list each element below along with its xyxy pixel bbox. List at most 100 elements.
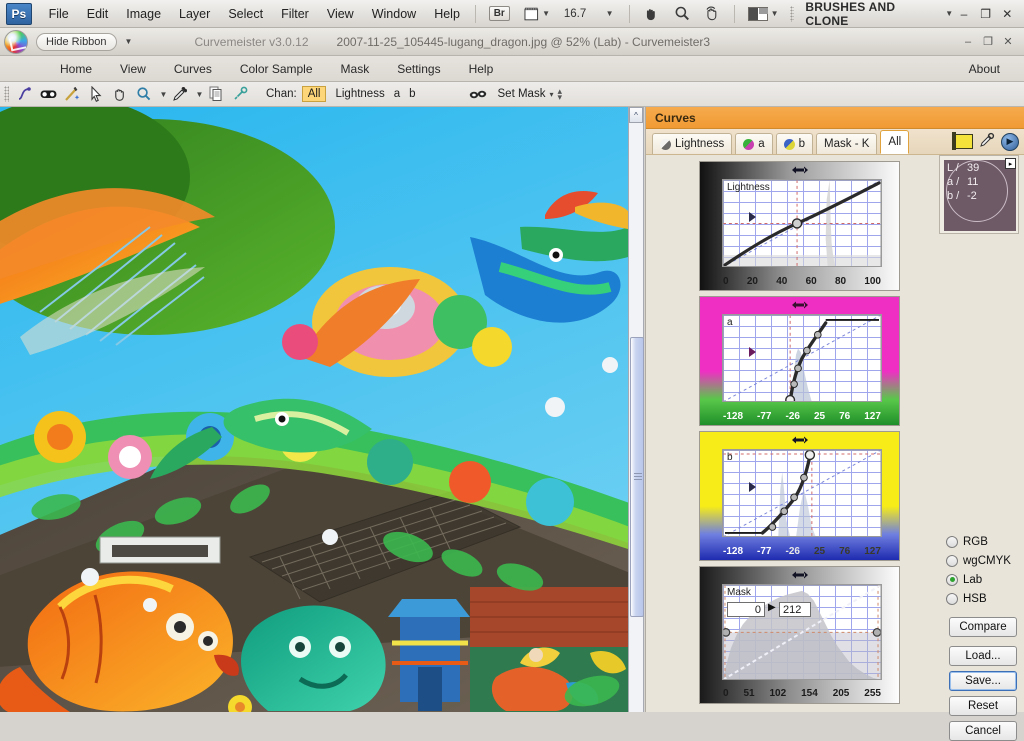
ribbon-menu-settings[interactable]: Settings — [383, 58, 454, 80]
radio-button-icon[interactable] — [946, 554, 958, 567]
arrange-documents-icon[interactable]: ▼ — [745, 4, 781, 24]
bridge-icon[interactable]: Br — [486, 4, 513, 24]
ps-close-button[interactable]: ✕ — [996, 3, 1018, 25]
zoom-level-chevron-down-icon[interactable]: ▼ — [597, 4, 619, 24]
curvemeister-logo-icon[interactable] — [4, 29, 28, 54]
ribbon-chevron-down-icon[interactable]: ▼ — [125, 37, 133, 46]
toolbar-grip[interactable] — [789, 5, 795, 22]
ribbon-menu-help[interactable]: Help — [455, 58, 508, 80]
ribbon-menu-color-sample[interactable]: Color Sample — [226, 58, 327, 80]
tab-mask-k[interactable]: Mask - K — [816, 133, 878, 154]
compare-button[interactable]: Compare — [949, 617, 1017, 637]
axis-tick: 20 — [746, 275, 758, 287]
about-menu-item[interactable]: About — [955, 58, 1014, 80]
radio-rgb[interactable]: RGB — [946, 532, 1022, 551]
tab-a[interactable]: a — [735, 133, 773, 154]
radio-lab[interactable]: Lab — [946, 570, 1022, 589]
screen-mode-icon[interactable]: ▼ — [521, 4, 553, 24]
zoom-tool-icon[interactable] — [132, 84, 156, 105]
radio-hsb[interactable]: HSB — [946, 589, 1022, 608]
toolbar-grip[interactable] — [4, 86, 9, 102]
cm-minimize-button[interactable]: – — [958, 32, 978, 52]
hand-tool-icon[interactable] — [108, 84, 132, 105]
eyedropper-icon[interactable] — [979, 132, 995, 151]
curve-card-lightness[interactable]: Lightness 0 20 40 60 80 100 — [699, 161, 900, 291]
reset-button[interactable]: Reset — [949, 696, 1017, 716]
zoom-tool-icon[interactable] — [671, 4, 694, 24]
ribbon-menu-mask[interactable]: Mask — [327, 58, 384, 80]
hand-tool-icon[interactable] — [640, 4, 663, 24]
cm-close-button[interactable]: ✕ — [998, 32, 1018, 52]
radio-wgcmyk[interactable]: wgCMYK — [946, 551, 1022, 570]
ribbon-menu-view[interactable]: View — [106, 58, 160, 80]
ps-menu-file[interactable]: File — [40, 3, 78, 25]
eyeglasses-icon[interactable] — [36, 84, 60, 105]
b-plot[interactable]: b — [722, 449, 882, 537]
radio-button-icon[interactable] — [946, 573, 958, 586]
arrow-select-icon[interactable] — [84, 84, 108, 105]
channel-option-all[interactable]: All — [301, 86, 327, 102]
expand-icon[interactable]: ▸ — [1005, 158, 1016, 169]
channel-option-a[interactable]: a — [394, 88, 400, 100]
curve-drag-handle[interactable] — [791, 434, 809, 444]
ps-restore-button[interactable]: ❐ — [975, 3, 997, 25]
tab-b[interactable]: b — [775, 133, 814, 154]
zoom-level-value[interactable]: 16.7 — [561, 4, 589, 24]
eyedropper-chevron-down-icon[interactable]: ▼ — [192, 84, 204, 105]
radio-button-icon[interactable] — [946, 592, 958, 605]
ribbon-menu-curves[interactable]: Curves — [160, 58, 226, 80]
play-icon[interactable]: ▶ — [1001, 132, 1019, 151]
image-canvas[interactable] — [0, 107, 628, 712]
tab-lightness[interactable]: Lightness — [652, 133, 733, 154]
scrollbar-up-arrow-icon[interactable]: ^ — [629, 107, 643, 123]
copy-icon[interactable] — [204, 84, 228, 105]
channel-option-lightness[interactable]: Lightness — [335, 88, 384, 100]
ps-menu-select[interactable]: Select — [219, 3, 272, 25]
ps-menu-window[interactable]: Window — [363, 3, 425, 25]
radio-button-icon[interactable] — [946, 535, 958, 548]
workspace-label[interactable]: BRUSHES AND CLONE — [805, 0, 939, 28]
curve-card-a[interactable]: a -128 -77 -26 25 76 127 — [699, 296, 900, 426]
ps-menu-edit[interactable]: Edit — [78, 3, 118, 25]
set-mask-chevron-down-icon[interactable]: ▾ — [549, 90, 553, 99]
curve-tool-icon[interactable] — [12, 84, 36, 105]
workspace-chevron-down-icon[interactable]: ▼ — [945, 9, 953, 18]
save-button[interactable]: Save... — [949, 671, 1017, 691]
cancel-button[interactable]: Cancel — [949, 721, 1017, 741]
a-plot[interactable]: a — [722, 314, 882, 402]
hide-ribbon-button[interactable]: Hide Ribbon — [36, 32, 117, 51]
zoom-chevron-down-icon[interactable]: ▼ — [156, 84, 168, 105]
ribbon-menu-home[interactable]: Home — [46, 58, 106, 80]
curve-drag-handle[interactable] — [791, 299, 809, 309]
channel-option-b[interactable]: b — [409, 88, 415, 100]
flag-icon[interactable] — [952, 132, 973, 150]
mask-plot[interactable]: Mask 0 ▶ 212 — [722, 584, 882, 680]
lightness-plot[interactable]: Lightness — [722, 179, 882, 267]
cm-restore-button[interactable]: ❐ — [978, 32, 998, 52]
magic-wand-icon[interactable] — [60, 84, 84, 105]
ps-menu-image[interactable]: Image — [117, 3, 170, 25]
curve-card-mask[interactable]: Mask 0 ▶ 212 0 51 102 154 205 255 — [699, 566, 900, 704]
eyedropper-icon[interactable] — [168, 84, 192, 105]
scrollbar-thumb[interactable] — [630, 337, 644, 617]
lightness-dot-icon — [660, 138, 671, 150]
mask-input-field[interactable]: 0 — [727, 602, 765, 617]
pipette-icon[interactable] — [228, 84, 252, 105]
canvas-vertical-scrollbar[interactable]: ^ — [628, 107, 644, 712]
ps-menu-layer[interactable]: Layer — [170, 3, 219, 25]
rotate-view-tool-icon[interactable] — [701, 4, 724, 24]
set-mask-button[interactable]: Set Mask — [498, 88, 546, 100]
mask-output-field[interactable]: 212 — [779, 602, 811, 617]
axis-tick: 51 — [743, 687, 755, 699]
curve-drag-handle[interactable] — [791, 569, 809, 579]
load-button[interactable]: Load... — [949, 646, 1017, 666]
tab-all[interactable]: All — [880, 130, 910, 154]
set-mask-icon[interactable] — [466, 84, 490, 105]
ps-menu-filter[interactable]: Filter — [272, 3, 318, 25]
ps-minimize-button[interactable]: – — [953, 3, 975, 25]
ps-menu-view[interactable]: View — [318, 3, 363, 25]
toolbar-overflow-icon[interactable]: ▴ ▾ — [557, 87, 562, 102]
curve-drag-handle[interactable] — [791, 164, 809, 174]
ps-menu-help[interactable]: Help — [425, 3, 469, 25]
curve-card-b[interactable]: b -128 -77 -26 25 76 127 — [699, 431, 900, 561]
